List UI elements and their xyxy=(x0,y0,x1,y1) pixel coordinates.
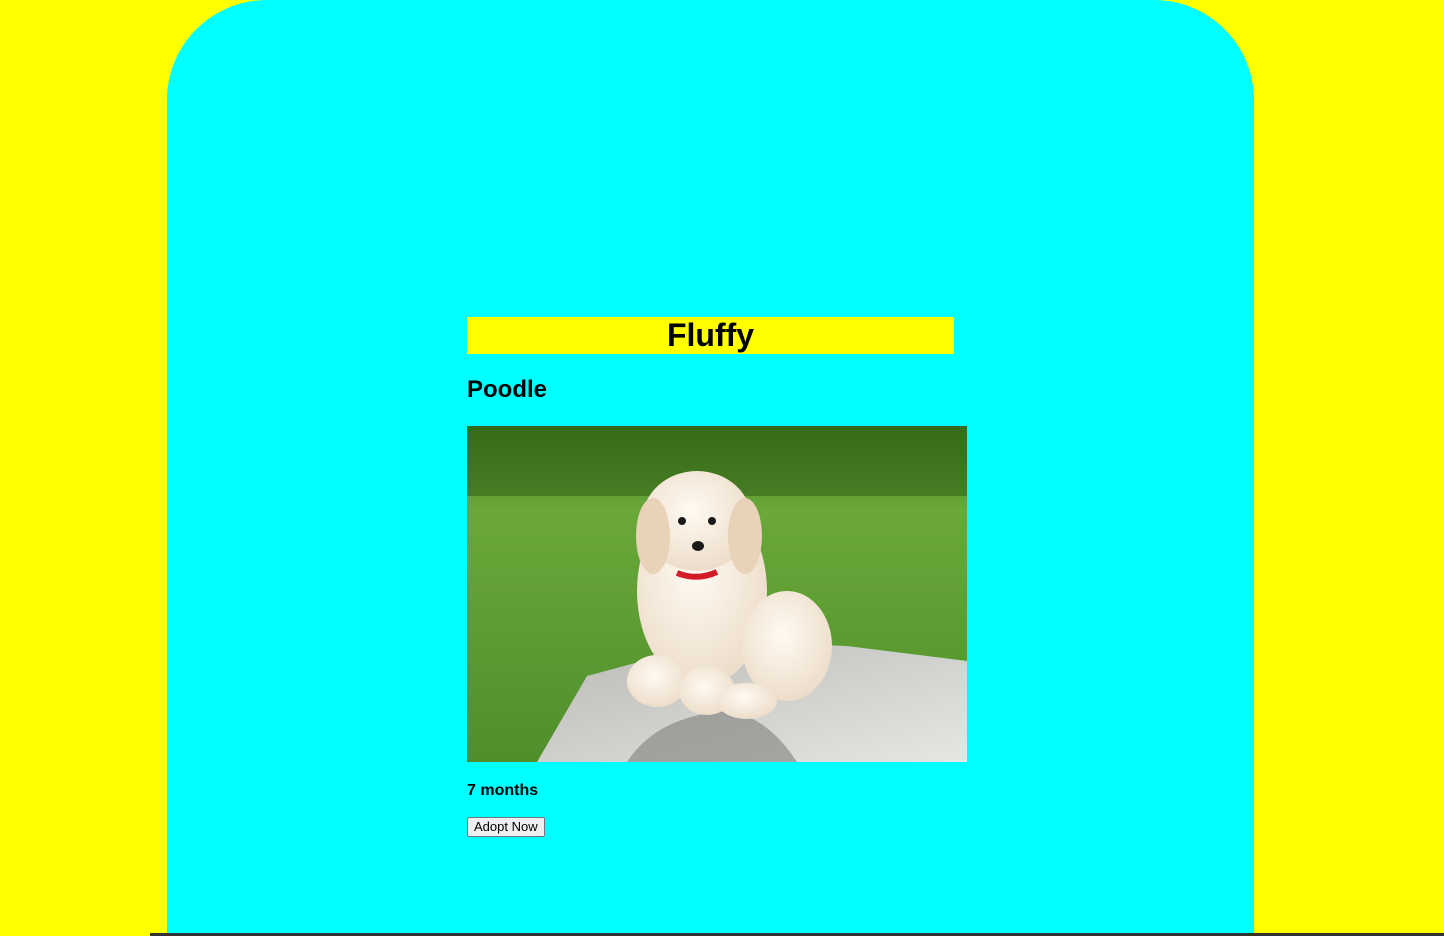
adopt-now-button[interactable]: Adopt Now xyxy=(467,817,545,837)
pet-card: Fluffy Poodle 7 months Adopt Now xyxy=(467,317,967,837)
pet-age: 7 months xyxy=(467,782,539,799)
pet-breed: Poodle xyxy=(467,376,548,403)
pet-name: Fluffy xyxy=(467,317,954,354)
pet-photo xyxy=(467,426,967,762)
